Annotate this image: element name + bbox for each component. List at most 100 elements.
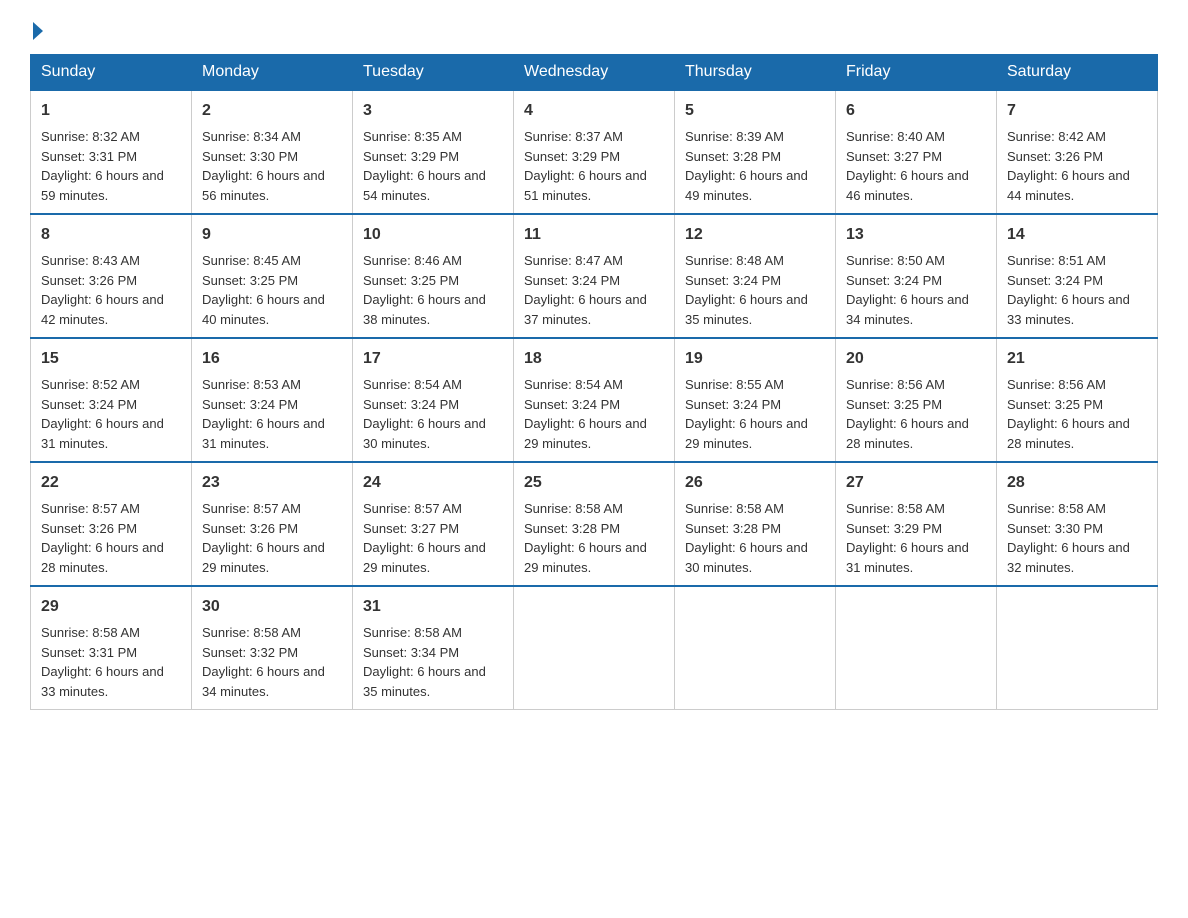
calendar-day-cell: 22 Sunrise: 8:57 AMSunset: 3:26 PMDayligh… [31,462,192,586]
day-number: 29 [41,595,181,619]
day-number: 8 [41,223,181,247]
day-number: 28 [1007,471,1147,495]
day-info: Sunrise: 8:50 AMSunset: 3:24 PMDaylight:… [846,253,969,327]
calendar-day-cell: 4 Sunrise: 8:37 AMSunset: 3:29 PMDaylight… [514,90,675,214]
day-number: 25 [524,471,664,495]
day-info: Sunrise: 8:58 AMSunset: 3:29 PMDaylight:… [846,501,969,575]
day-info: Sunrise: 8:34 AMSunset: 3:30 PMDaylight:… [202,129,325,203]
day-number: 30 [202,595,342,619]
day-number: 20 [846,347,986,371]
day-info: Sunrise: 8:56 AMSunset: 3:25 PMDaylight:… [846,377,969,451]
day-number: 1 [41,99,181,123]
calendar-day-cell: 23Sunrise: 8:57 AMSunset: 3:26 PMDayligh… [192,462,353,586]
day-number: 27 [846,471,986,495]
day-number: 15 [41,347,181,371]
page-header [30,20,1158,36]
day-info: Sunrise: 8:37 AMSunset: 3:29 PMDaylight:… [524,129,647,203]
day-number: 18 [524,347,664,371]
calendar-day-cell: 20 Sunrise: 8:56 AMSunset: 3:25 PMDayligh… [836,338,997,462]
calendar-day-cell: 27 Sunrise: 8:58 AMSunset: 3:29 PMDayligh… [836,462,997,586]
calendar-day-cell: 16 Sunrise: 8:53 AMSunset: 3:24 PMDayligh… [192,338,353,462]
calendar-day-cell: 10 Sunrise: 8:46 AMSunset: 3:25 PMDayligh… [353,214,514,338]
calendar-day-cell: 17 Sunrise: 8:54 AMSunset: 3:24 PMDayligh… [353,338,514,462]
calendar-day-header: Sunday [31,55,192,91]
calendar-table: SundayMondayTuesdayWednesdayThursdayFrid… [30,54,1158,710]
day-number: 16 [202,347,342,371]
calendar-day-header: Thursday [675,55,836,91]
calendar-day-cell: 26Sunrise: 8:58 AMSunset: 3:28 PMDayligh… [675,462,836,586]
day-info: Sunrise: 8:58 AMSunset: 3:28 PMDaylight:… [524,501,647,575]
day-number: 6 [846,99,986,123]
calendar-day-cell: 24Sunrise: 8:57 AMSunset: 3:27 PMDayligh… [353,462,514,586]
day-number: 3 [363,99,503,123]
calendar-day-cell: 7Sunrise: 8:42 AMSunset: 3:26 PMDaylight… [997,90,1158,214]
calendar-day-cell [997,586,1158,710]
day-info: Sunrise: 8:58 AMSunset: 3:34 PMDaylight:… [363,625,486,699]
day-number: 10 [363,223,503,247]
day-info: Sunrise: 8:52 AMSunset: 3:24 PMDaylight:… [41,377,164,451]
day-info: Sunrise: 8:58 AMSunset: 3:28 PMDaylight:… [685,501,808,575]
day-info: Sunrise: 8:46 AMSunset: 3:25 PMDaylight:… [363,253,486,327]
calendar-day-cell: 25 Sunrise: 8:58 AMSunset: 3:28 PMDayligh… [514,462,675,586]
day-number: 12 [685,223,825,247]
logo [30,20,43,36]
day-number: 13 [846,223,986,247]
day-number: 2 [202,99,342,123]
day-info: Sunrise: 8:42 AMSunset: 3:26 PMDaylight:… [1007,129,1130,203]
day-info: Sunrise: 8:58 AMSunset: 3:31 PMDaylight:… [41,625,164,699]
day-number: 5 [685,99,825,123]
calendar-day-cell [514,586,675,710]
calendar-day-header: Monday [192,55,353,91]
day-info: Sunrise: 8:57 AMSunset: 3:26 PMDaylight:… [41,501,164,575]
day-number: 14 [1007,223,1147,247]
day-info: Sunrise: 8:48 AMSunset: 3:24 PMDaylight:… [685,253,808,327]
calendar-day-cell: 2 Sunrise: 8:34 AMSunset: 3:30 PMDaylight… [192,90,353,214]
day-info: Sunrise: 8:58 AMSunset: 3:32 PMDaylight:… [202,625,325,699]
calendar-day-cell: 28Sunrise: 8:58 AMSunset: 3:30 PMDayligh… [997,462,1158,586]
day-info: Sunrise: 8:53 AMSunset: 3:24 PMDaylight:… [202,377,325,451]
calendar-day-cell: 12 Sunrise: 8:48 AMSunset: 3:24 PMDayligh… [675,214,836,338]
calendar-day-header: Tuesday [353,55,514,91]
calendar-day-cell: 30 Sunrise: 8:58 AMSunset: 3:32 PMDayligh… [192,586,353,710]
calendar-day-cell: 6 Sunrise: 8:40 AMSunset: 3:27 PMDaylight… [836,90,997,214]
calendar-day-header: Saturday [997,55,1158,91]
calendar-header-row: SundayMondayTuesdayWednesdayThursdayFrid… [31,55,1158,91]
day-info: Sunrise: 8:54 AMSunset: 3:24 PMDaylight:… [363,377,486,451]
calendar-day-cell [675,586,836,710]
calendar-body: 1 Sunrise: 8:32 AMSunset: 3:31 PMDaylight… [31,90,1158,710]
day-info: Sunrise: 8:40 AMSunset: 3:27 PMDaylight:… [846,129,969,203]
logo-arrow-icon [33,22,43,40]
day-number: 11 [524,223,664,247]
day-number: 17 [363,347,503,371]
day-info: Sunrise: 8:55 AMSunset: 3:24 PMDaylight:… [685,377,808,451]
calendar-day-cell: 1 Sunrise: 8:32 AMSunset: 3:31 PMDaylight… [31,90,192,214]
day-number: 21 [1007,347,1147,371]
calendar-day-cell: 21Sunrise: 8:56 AMSunset: 3:25 PMDayligh… [997,338,1158,462]
calendar-day-cell: 18 Sunrise: 8:54 AMSunset: 3:24 PMDayligh… [514,338,675,462]
day-number: 19 [685,347,825,371]
calendar-day-cell: 15 Sunrise: 8:52 AMSunset: 3:24 PMDayligh… [31,338,192,462]
calendar-day-cell: 13 Sunrise: 8:50 AMSunset: 3:24 PMDayligh… [836,214,997,338]
calendar-day-cell: 31Sunrise: 8:58 AMSunset: 3:34 PMDayligh… [353,586,514,710]
calendar-week-row: 22 Sunrise: 8:57 AMSunset: 3:26 PMDayligh… [31,462,1158,586]
day-info: Sunrise: 8:54 AMSunset: 3:24 PMDaylight:… [524,377,647,451]
calendar-week-row: 29 Sunrise: 8:58 AMSunset: 3:31 PMDayligh… [31,586,1158,710]
calendar-week-row: 15 Sunrise: 8:52 AMSunset: 3:24 PMDayligh… [31,338,1158,462]
day-number: 4 [524,99,664,123]
day-info: Sunrise: 8:45 AMSunset: 3:25 PMDaylight:… [202,253,325,327]
calendar-day-header: Wednesday [514,55,675,91]
calendar-day-cell: 29 Sunrise: 8:58 AMSunset: 3:31 PMDayligh… [31,586,192,710]
day-info: Sunrise: 8:35 AMSunset: 3:29 PMDaylight:… [363,129,486,203]
calendar-day-header: Friday [836,55,997,91]
calendar-day-cell: 3 Sunrise: 8:35 AMSunset: 3:29 PMDaylight… [353,90,514,214]
calendar-day-cell: 19 Sunrise: 8:55 AMSunset: 3:24 PMDayligh… [675,338,836,462]
day-number: 24 [363,471,503,495]
day-info: Sunrise: 8:43 AMSunset: 3:26 PMDaylight:… [41,253,164,327]
day-info: Sunrise: 8:47 AMSunset: 3:24 PMDaylight:… [524,253,647,327]
calendar-day-cell: 9Sunrise: 8:45 AMSunset: 3:25 PMDaylight… [192,214,353,338]
calendar-day-cell [836,586,997,710]
day-number: 22 [41,471,181,495]
calendar-day-cell: 11 Sunrise: 8:47 AMSunset: 3:24 PMDayligh… [514,214,675,338]
day-info: Sunrise: 8:32 AMSunset: 3:31 PMDaylight:… [41,129,164,203]
calendar-day-cell: 8 Sunrise: 8:43 AMSunset: 3:26 PMDaylight… [31,214,192,338]
